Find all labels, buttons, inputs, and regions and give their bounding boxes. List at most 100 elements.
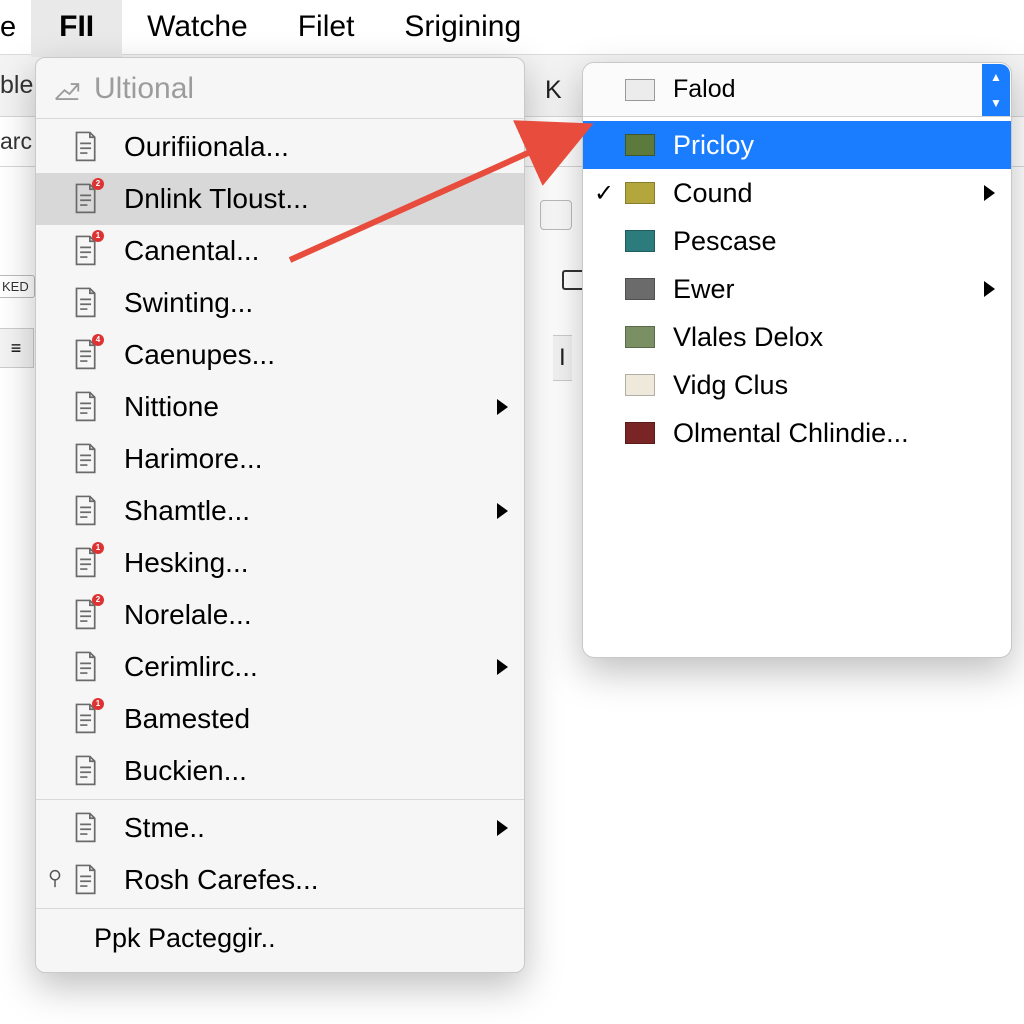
menu-item-label: Hesking... [124, 547, 249, 579]
hamburger-icon: ≡ [11, 338, 22, 359]
color-swatch [625, 422, 655, 444]
badge: 1 [92, 230, 104, 242]
document-icon [70, 130, 100, 164]
color-swatch [625, 134, 655, 156]
document-icon [70, 650, 100, 684]
badge: 4 [92, 334, 104, 346]
menu-item[interactable]: 4Caenupes... [36, 329, 524, 381]
menu-item-label: Rosh Carefes... [124, 864, 319, 896]
menu-item[interactable]: 1 Hesking... [36, 537, 524, 589]
chevron-right-icon [984, 281, 995, 297]
menu-item[interactable]: Nittione [36, 381, 524, 433]
document-icon [70, 863, 100, 897]
color-swatch [625, 182, 655, 204]
separator [36, 118, 524, 119]
menu-item-label: Norelale... [124, 599, 252, 631]
menu-item[interactable]: Shamtle... [36, 485, 524, 537]
menu-item-prev-fragment[interactable]: e [0, 3, 31, 52]
chart-icon [52, 74, 82, 104]
color-option[interactable]: Olmental Chlindie... [583, 409, 1011, 457]
chevron-right-icon [497, 820, 508, 836]
color-swatch [625, 230, 655, 252]
document-icon [70, 494, 100, 528]
color-option-label: Vidg Clus [673, 370, 788, 401]
menu-item-label: Harimore... [124, 443, 262, 475]
fii-dropdown: Ultional Ourifiionala... 2 Dnlink Tloust.… [35, 57, 525, 973]
color-option[interactable]: ✓ Cound [583, 169, 1011, 217]
dropdown-header-label: Ultional [94, 72, 194, 106]
chevron-up-icon[interactable]: ▲ [982, 64, 1010, 90]
menu-item-label: Ppk Pacteggir.. [94, 923, 276, 954]
document-icon [70, 286, 100, 320]
stepper-control[interactable]: ▲ ▼ [982, 64, 1010, 116]
badge: 2 [92, 178, 104, 190]
menu-item[interactable]: Harimore... [36, 433, 524, 485]
document-icon: 2 [70, 598, 100, 632]
menubar: e FII Watche Filet Srigining [0, 0, 1024, 55]
color-option[interactable]: Ewer [583, 265, 1011, 313]
menu-item-watche[interactable]: Watche [122, 2, 273, 52]
color-option-label: Pescase [673, 226, 777, 257]
menu-item[interactable]: 2 Norelale... [36, 589, 524, 641]
menu-item-filet[interactable]: Filet [273, 2, 380, 52]
menu-item-fii[interactable]: FII [31, 0, 122, 57]
color-panel-header[interactable]: Falod ▲ ▼ [583, 63, 1011, 117]
chevron-right-icon [497, 399, 508, 415]
pin-icon [44, 864, 66, 886]
color-panel: Falod ▲ ▼ Pricloy ✓ Cound Pescase Ewer Vlales… [582, 62, 1012, 658]
document-icon: 4 [70, 338, 100, 372]
toolbar-fragment-left-2: arc [0, 128, 32, 155]
color-option[interactable]: Vlales Delox [583, 313, 1011, 361]
badge: 1 [92, 542, 104, 554]
color-option[interactable]: Vidg Clus [583, 361, 1011, 409]
menu-item[interactable]: 1 Bamested [36, 693, 524, 745]
document-icon: 1 [70, 234, 100, 268]
menu-item-label: Swinting... [124, 287, 253, 319]
menu-item[interactable]: Ppk Pacteggir.. [36, 911, 524, 966]
chevron-right-icon [497, 503, 508, 519]
dropdown-header: Ultional [36, 58, 524, 116]
menu-item[interactable]: Buckien... [36, 745, 524, 797]
bg-edit-button[interactable] [540, 200, 572, 230]
document-icon: 1 [70, 546, 100, 580]
color-option-label: Ewer [673, 274, 735, 305]
menu-item[interactable]: 2 Dnlink Tloust... [36, 173, 524, 225]
menu-item[interactable]: Swinting... [36, 277, 524, 329]
document-icon: 1 [70, 702, 100, 736]
color-swatch [625, 326, 655, 348]
document-icon: 2 [70, 182, 100, 216]
checkmark-icon: ✓ [583, 179, 625, 208]
menu-item-label: Nittione [124, 391, 219, 423]
menu-item[interactable]: Ourifiionala... [36, 121, 524, 173]
color-option[interactable]: Pescase [583, 217, 1011, 265]
menu-item[interactable]: 1 Canental... [36, 225, 524, 277]
color-option-label: Cound [673, 178, 753, 209]
header-swatch [625, 79, 655, 101]
chevron-right-icon [497, 659, 508, 675]
menu-item-label: Dnlink Tloust... [124, 183, 309, 215]
separator [36, 799, 524, 800]
chevron-down-icon[interactable]: ▼ [982, 90, 1010, 116]
color-swatch [625, 374, 655, 396]
menu-item-label: Canental... [124, 235, 259, 267]
chevron-right-icon [984, 185, 995, 201]
color-option-label: Olmental Chlindie... [673, 418, 909, 449]
document-icon [70, 390, 100, 424]
color-swatch [625, 278, 655, 300]
color-option-label: Pricloy [673, 130, 754, 161]
bg-label-in: I [553, 335, 572, 381]
menu-item-label: Ourifiionala... [124, 131, 289, 163]
menu-item-label: Shamtle... [124, 495, 250, 527]
document-icon [70, 442, 100, 476]
menu-item[interactable]: Stme.. [36, 802, 524, 854]
bg-label-k: K [545, 76, 562, 105]
menu-item[interactable]: Cerimlirc... [36, 641, 524, 693]
document-icon [70, 811, 100, 845]
menu-item[interactable]: Rosh Carefes... [36, 854, 524, 906]
toolbar-button[interactable]: ≡ [0, 328, 34, 368]
document-icon [70, 754, 100, 788]
menu-item-label: Bamested [124, 703, 250, 735]
color-option[interactable]: Pricloy [583, 121, 1011, 169]
menu-item-srigining[interactable]: Srigining [379, 2, 546, 52]
color-panel-header-label: Falod [673, 75, 736, 104]
